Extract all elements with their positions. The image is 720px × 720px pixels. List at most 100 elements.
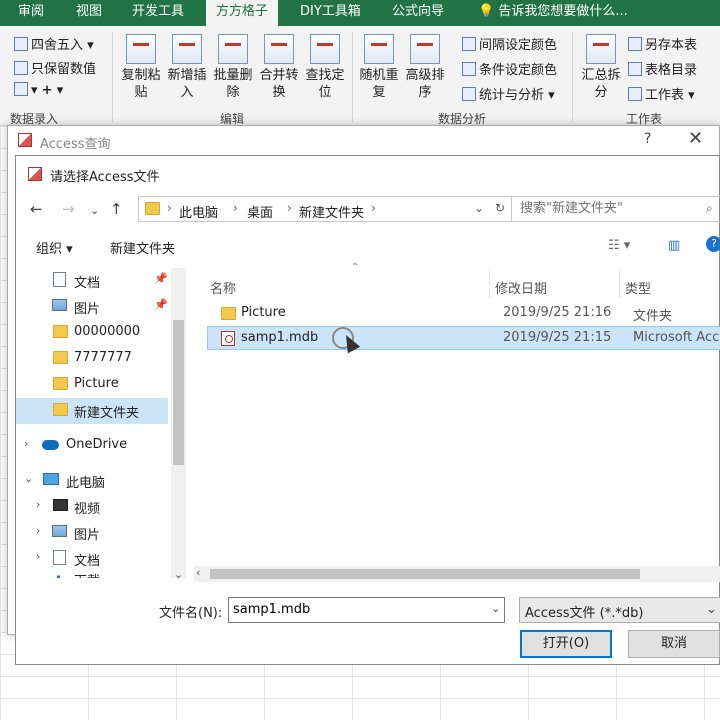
- advanced-sort-button[interactable]: 高级排序: [402, 34, 448, 101]
- round-icon: [14, 37, 28, 51]
- cancel-button[interactable]: 取消: [628, 630, 720, 658]
- chevron-right-icon[interactable]: ›: [36, 524, 40, 537]
- tab-diy[interactable]: DIY工具箱: [294, 0, 367, 26]
- chevron-right-icon[interactable]: ›: [36, 498, 40, 511]
- breadcrumb-new-folder[interactable]: 新建文件夹: [299, 202, 364, 221]
- new-folder-button[interactable]: 新建文件夹: [110, 238, 175, 257]
- folder-icon: [53, 403, 68, 416]
- column-header-date[interactable]: 修改日期: [495, 278, 547, 297]
- chevron-down-icon[interactable]: ⌄: [24, 472, 33, 485]
- filename-field[interactable]: ⌄: [228, 597, 505, 623]
- worksheet-button[interactable]: 工作表 ▾: [628, 84, 695, 103]
- statistics-button[interactable]: 统计与分析 ▾: [462, 84, 555, 103]
- preview-pane-icon[interactable]: ▥: [668, 238, 680, 253]
- breadcrumb-desktop[interactable]: 桌面: [247, 202, 273, 221]
- ribbon: 四舍五入 ▾ 只保留数值 ▾ + ▾ 数据录入 复制粘贴 新增插入 批量删除 合…: [0, 26, 720, 126]
- paste-icon: [126, 34, 156, 64]
- file-row[interactable]: Picture 2019/9/25 21:16 文件夹: [207, 302, 720, 326]
- back-arrow-icon[interactable]: ←: [30, 200, 43, 218]
- file-type-select[interactable]: Access文件 (*.*db) ⌄: [519, 597, 720, 623]
- h-scroll-thumb[interactable]: [210, 569, 640, 579]
- save-sheet-button[interactable]: 另存本表: [628, 34, 697, 53]
- help-icon[interactable]: ?: [706, 236, 720, 252]
- pin-icon[interactable]: 📌: [154, 272, 168, 285]
- insert-button[interactable]: 新增插入: [164, 34, 210, 101]
- nav-item-onedrive[interactable]: › OneDrive: [16, 433, 168, 459]
- nav-item-pictures[interactable]: 图片 📌: [16, 294, 168, 320]
- group-separator: [112, 32, 113, 122]
- tab-review[interactable]: 审阅: [12, 0, 50, 26]
- nav-item-new-folder[interactable]: 新建文件夹: [16, 398, 168, 424]
- column-divider[interactable]: [489, 268, 490, 298]
- help-button[interactable]: ?: [644, 131, 651, 147]
- merge-convert-button[interactable]: 合并转换: [256, 34, 302, 101]
- chevron-right-icon[interactable]: ›: [24, 437, 28, 450]
- column-divider[interactable]: [619, 268, 620, 298]
- nav-item-picture-folder[interactable]: Picture: [16, 372, 168, 398]
- document-icon: [53, 272, 66, 287]
- round-button[interactable]: 四舍五入 ▾: [14, 34, 94, 53]
- sheet-index-button[interactable]: 表格目录: [628, 59, 697, 78]
- chevron-down-icon: ▾: [544, 88, 555, 103]
- column-header-type[interactable]: 类型: [625, 278, 651, 297]
- chevron-down-icon: ▾: [684, 88, 695, 103]
- up-arrow-icon[interactable]: ↑: [110, 200, 123, 218]
- chevron-right-icon[interactable]: ›: [36, 550, 40, 563]
- interval-color-icon: [462, 37, 476, 51]
- nav-item-folder[interactable]: 00000000: [16, 320, 168, 346]
- access-file-icon: [221, 331, 235, 346]
- tell-me-box[interactable]: 💡 告诉我您想要做什么...: [472, 0, 634, 26]
- chevron-down-icon[interactable]: ⌄: [174, 568, 183, 581]
- open-file-dialog: 请选择Access文件 ← → ⌄ ↑ › 此电脑 › 桌面 › 新建文件夹 ›…: [15, 155, 720, 665]
- chevron-left-icon[interactable]: ‹: [196, 566, 200, 579]
- keep-values-button[interactable]: 只保留数值: [14, 58, 96, 77]
- tab-developer[interactable]: 开发工具: [126, 0, 190, 26]
- nav-item-videos[interactable]: › 视频: [16, 494, 168, 520]
- search-field[interactable]: ⌕: [511, 196, 720, 222]
- search-input[interactable]: [520, 201, 700, 216]
- nav-scroll-thumb[interactable]: [173, 320, 184, 465]
- nav-item-folder[interactable]: 7777777: [16, 346, 168, 372]
- view-options-icon[interactable]: ☷ ▾: [608, 238, 630, 253]
- organize-menu[interactable]: 组织 ▾: [36, 238, 73, 257]
- breadcrumb-this-pc[interactable]: 此电脑: [179, 202, 218, 221]
- split-icon: [586, 34, 616, 64]
- copy-paste-button[interactable]: 复制粘贴: [118, 34, 164, 101]
- navigation-pane: ▲ 文档📌 图片📌 00000000 7777777 Picture 新建文件夹…: [16, 268, 186, 578]
- misc-buttons[interactable]: ▾ + ▾: [14, 82, 63, 98]
- nav-item-downloads[interactable]: ⬇下载: [16, 570, 168, 578]
- nav-scrollbar[interactable]: [171, 268, 186, 578]
- pin-icon[interactable]: 📌: [154, 298, 168, 311]
- nav-item-pc-pictures[interactable]: › 图片: [16, 520, 168, 546]
- close-button[interactable]: ✕: [688, 128, 703, 149]
- chevron-down-icon[interactable]: ⌄: [474, 201, 484, 215]
- interval-color-button[interactable]: 间隔设定颜色: [462, 34, 557, 53]
- tab-fangfang[interactable]: 方方格子: [206, 0, 279, 27]
- forward-arrow-icon[interactable]: →: [62, 200, 75, 218]
- chevron-right-icon: ›: [233, 201, 238, 215]
- file-list-h-scrollbar[interactable]: ‹: [194, 566, 720, 582]
- random-repeat-button[interactable]: 随机重复: [356, 34, 402, 101]
- address-bar[interactable]: › 此电脑 › 桌面 › 新建文件夹 › ⌄ ↻: [138, 196, 512, 222]
- refresh-icon[interactable]: ↻: [495, 201, 505, 215]
- open-button[interactable]: 打开(O): [520, 630, 612, 658]
- chevron-down-icon[interactable]: ⌄: [491, 602, 500, 615]
- video-icon: [53, 499, 68, 511]
- nav-item-documents[interactable]: 文档 📌: [16, 268, 168, 294]
- file-row-selected[interactable]: samp1.mdb 2019/9/25 21:15 Microsoft Acce: [207, 326, 720, 350]
- app-icon: [18, 133, 32, 147]
- filename-input[interactable]: [233, 602, 473, 617]
- group-separator: [572, 32, 573, 122]
- condition-color-button[interactable]: 条件设定颜色: [462, 59, 557, 78]
- column-header-name[interactable]: 名称: [210, 278, 236, 297]
- summary-split-button[interactable]: 汇总拆分: [578, 34, 624, 101]
- nav-item-pc-documents[interactable]: › 文档: [16, 546, 168, 572]
- computer-icon: [43, 473, 59, 485]
- pictures-icon: [52, 299, 67, 311]
- nav-item-this-pc[interactable]: ⌄ 此电脑: [16, 468, 168, 494]
- recent-locations-chevron-icon[interactable]: ⌄: [90, 204, 99, 217]
- tab-view[interactable]: 视图: [70, 0, 108, 26]
- batch-delete-button[interactable]: 批量删除: [210, 34, 256, 101]
- tab-formula-wizard[interactable]: 公式向导: [386, 0, 450, 26]
- find-locate-button[interactable]: 查找定位: [302, 34, 348, 101]
